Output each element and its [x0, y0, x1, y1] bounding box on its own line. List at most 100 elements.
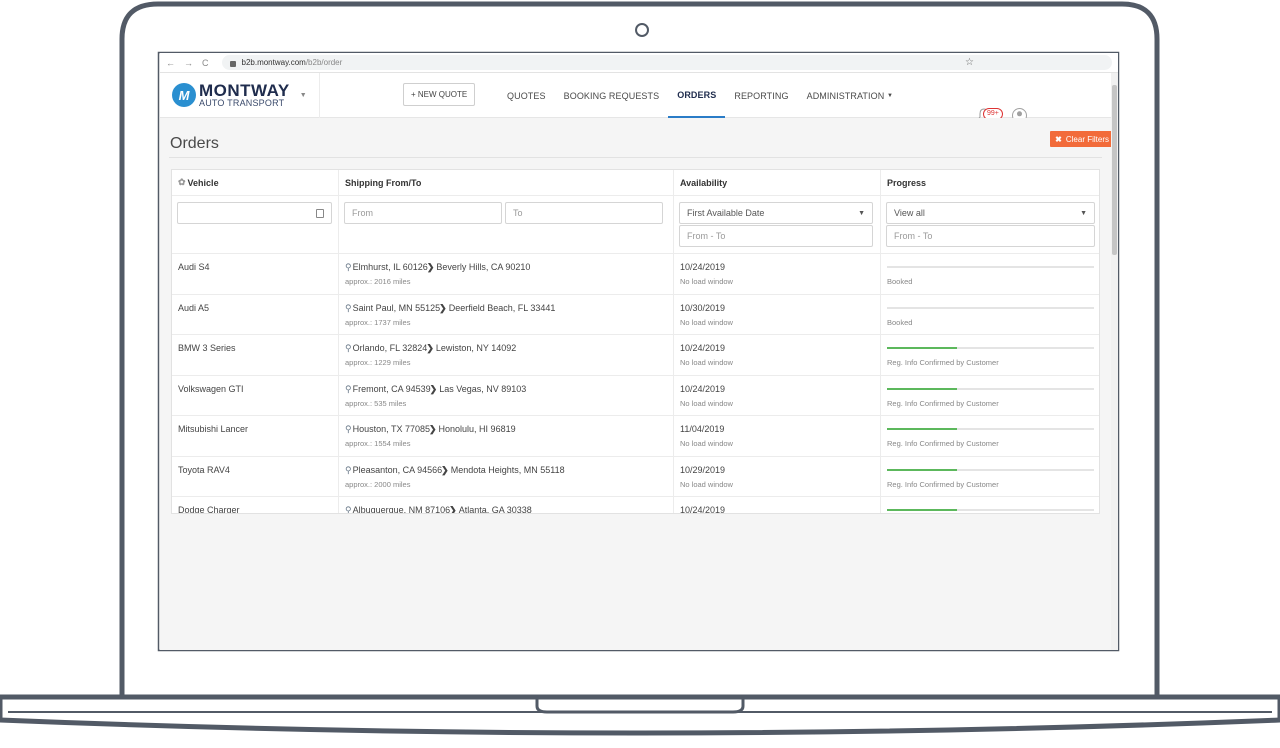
back-arrow-icon[interactable]: ← [166, 58, 175, 68]
progress-cell: Booked [881, 254, 1099, 294]
vehicle-cell: BMW 3 Series [172, 335, 339, 375]
vehicle-cell: Audi A5 [172, 294, 339, 334]
table-row[interactable]: Volkswagen GTI ⚲Fremont, CA 94539❯ Las Veg… [172, 375, 1099, 416]
vehicle-name[interactable]: Volkswagen GTI [178, 384, 244, 394]
clear-filters-label: Clear Filters [1065, 134, 1109, 144]
chevron-right-icon: ❯ [426, 262, 435, 272]
clear-filters-button[interactable]: ✖ Clear Filters [1050, 131, 1114, 147]
vehicle-name[interactable]: BMW 3 Series [178, 343, 236, 353]
distance: approx.: 1229 miles [345, 358, 411, 367]
progress-bar [887, 468, 1094, 471]
availability-range-input[interactable]: From - To [679, 225, 873, 247]
table-row[interactable]: BMW 3 Series ⚲Orlando, FL 32824❯ Lewiston,… [172, 335, 1099, 376]
progress-bar-fill [887, 468, 958, 471]
col-availability[interactable]: Availability [674, 170, 881, 195]
availability-cell: 10/30/2019 No load window [674, 294, 881, 334]
star-icon[interactable]: ☆ [965, 57, 974, 68]
vehicle-name[interactable]: Toyota RAV4 [178, 465, 230, 475]
progress-cell [881, 497, 1099, 513]
progress-bar [887, 266, 1094, 268]
progress-cell: Reg. Info Confirmed by Customer [881, 457, 1099, 497]
reload-icon[interactable]: C [202, 58, 209, 68]
progress-status: Reg. Info Confirmed by Customer [887, 439, 999, 448]
load-window: No load window [680, 479, 733, 489]
main-nav: QUOTES BOOKING REQUESTS ORDERS REPORTING… [498, 73, 902, 118]
brand-name: MONTWAY [199, 81, 290, 100]
chevron-down-icon[interactable]: ▼ [300, 92, 307, 99]
new-quote-button[interactable]: + NEW QUOTE [403, 83, 476, 106]
to-filter-input[interactable]: To [505, 202, 663, 224]
chevron-right-icon: ❯ [449, 505, 457, 514]
vehicle-cell: Toyota RAV4 [172, 456, 339, 496]
origin: Fremont, CA 94539 [352, 383, 431, 394]
availability-cell: 11/04/2019 No load window [674, 416, 881, 456]
availability-select[interactable]: First Available Date ▼ [679, 202, 873, 224]
nav-booking-requests[interactable]: BOOKING REQUESTS [555, 73, 669, 118]
chevron-down-icon: ▼ [1080, 209, 1087, 217]
vehicle-name[interactable]: Dodge Charger [178, 505, 240, 513]
table-row[interactable]: Audi A5 ⚲Saint Paul, MN 55125❯ Deerfield B… [172, 294, 1099, 335]
progress-cell: Reg. Info Confirmed by Customer [881, 376, 1099, 416]
chevron-right-icon: ❯ [429, 383, 438, 394]
progress-bar [887, 347, 1094, 349]
close-icon: ✖ [1055, 134, 1062, 144]
nav-orders[interactable]: ORDERS [668, 73, 726, 118]
brand-logo[interactable]: M MONTWAY AUTO TRANSPORT ▼ [160, 72, 320, 118]
availability-cell: 10/24/2019 No load window [674, 254, 881, 294]
gear-icon[interactable]: ✿ [178, 177, 186, 188]
map-pin-icon: ⚲ [345, 464, 352, 475]
laptop-mockup: ← → C b2b.montway.com/b2b/order ☆ M MONT… [0, 0, 1280, 748]
shipping-cell: ⚲Albuquerque, NM 87106❯ Atlanta, GA 30338 [339, 497, 674, 514]
screen: ← → C b2b.montway.com/b2b/order ☆ M MONT… [160, 53, 1118, 650]
availability-cell: 10/24/2019 No load window [674, 335, 881, 375]
browser-address-bar: ← → C b2b.montway.com/b2b/order ☆ [160, 53, 1118, 73]
availability-cell: 10/29/2019 No load window [674, 456, 881, 496]
available-date: 10/24/2019 [680, 505, 726, 514]
calendar-icon[interactable] [316, 208, 324, 218]
origin: Saint Paul, MN 55125 [352, 302, 441, 313]
table-row[interactable]: Dodge Charger ⚲Albuquerque, NM 87106❯ Atla… [172, 497, 1099, 514]
table-row[interactable]: Mitsubishi Lancer ⚲Houston, TX 77085❯ Hono… [172, 416, 1099, 457]
vehicle-name[interactable]: Mitsubishi Lancer [178, 424, 248, 434]
map-pin-icon: ⚲ [345, 262, 352, 272]
vehicle-name[interactable]: Audi S4 [178, 262, 210, 272]
shipping-cell: ⚲Saint Paul, MN 55125❯ Deerfield Beach, F… [339, 294, 674, 334]
from-filter-input[interactable]: From [344, 202, 502, 224]
destination: Deerfield Beach, FL 33441 [448, 302, 556, 313]
col-vehicle[interactable]: ✿ Vehicle [172, 170, 339, 195]
load-window: No load window [680, 358, 733, 367]
progress-select[interactable]: View all ▼ [886, 202, 1095, 224]
table-row[interactable]: Toyota RAV4 ⚲Pleasanton, CA 94566❯ Mendota… [172, 456, 1099, 497]
progress-range-input[interactable]: From - To [886, 225, 1095, 247]
vehicle-filter-input[interactable] [177, 202, 332, 224]
table-row[interactable]: Audi S4 ⚲Elmhurst, IL 60126❯ Beverly Hills… [172, 254, 1099, 295]
vehicle-cell: Dodge Charger [172, 497, 339, 513]
origin: Albuquerque, NM 87106 [352, 505, 451, 514]
page-content: Orders ✖ Clear Filters ✿ Vehicle Shipping … [160, 118, 1114, 650]
chevron-right-icon: ❯ [426, 343, 434, 353]
destination: Honolulu, HI 96819 [438, 424, 516, 434]
nav-administration[interactable]: ADMINISTRATION ▼ [798, 73, 902, 118]
laptop-base [0, 694, 1280, 736]
distance: approx.: 2016 miles [345, 277, 411, 286]
forward-arrow-icon[interactable]: → [184, 58, 193, 68]
scrollbar-thumb[interactable] [1112, 85, 1117, 255]
chevron-down-icon: ▼ [886, 92, 893, 99]
progress-bar-fill [887, 387, 958, 390]
shipping-cell: ⚲Houston, TX 77085❯ Honolulu, HI 96819 app… [339, 416, 674, 456]
destination: Las Vegas, NV 89103 [439, 383, 527, 394]
destination: Lewiston, NY 14092 [435, 343, 517, 353]
col-shipping[interactable]: Shipping From/To [339, 170, 674, 195]
progress-status: Booked [887, 317, 913, 327]
orders-table: ✿ Vehicle Shipping From/To Availability P… [171, 169, 1100, 514]
vehicle-name[interactable]: Audi A5 [178, 303, 209, 313]
url-field[interactable]: b2b.montway.com/b2b/order ☆ [221, 55, 1112, 70]
col-progress[interactable]: Progress [881, 170, 1099, 195]
nav-reporting[interactable]: REPORTING [725, 73, 797, 118]
progress-cell: Reg. Info Confirmed by Customer [881, 416, 1099, 456]
vertical-scrollbar[interactable] [1111, 73, 1118, 650]
url-path: /b2b/order [305, 58, 343, 67]
destination: Beverly Hills, CA 90210 [436, 262, 531, 272]
progress-bar [887, 428, 1094, 430]
nav-quotes[interactable]: QUOTES [498, 73, 555, 118]
